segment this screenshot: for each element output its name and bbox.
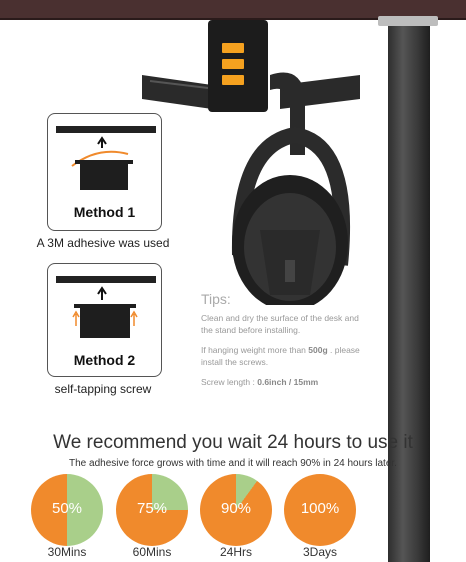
subline: The adhesive force grows with time and i… (69, 458, 397, 469)
headphone-stand-image (142, 20, 360, 305)
method-2-card: Method 2 (47, 263, 162, 377)
progress-pie-caption: 24Hrs (219, 545, 252, 559)
tips-line-2: the stand before installing. (201, 325, 301, 335)
tips-title: Tips: (201, 291, 231, 307)
usb-port-1 (222, 43, 244, 53)
progress-pie-caption: 3Days (302, 545, 337, 559)
tips-line-1: Clean and dry the surface of the desk an… (201, 313, 359, 323)
headline: We recommend you wait 24 hours to use it (53, 432, 413, 453)
method-2-caption: self-tapping screw (54, 382, 152, 396)
screw-length: Screw length : 0.6inch / 15mm (201, 377, 319, 387)
usb-port-2 (222, 59, 244, 69)
tips-text: Clean and dry the surface of the desk an… (201, 312, 381, 388)
tips-line-4: install the screws. (201, 357, 269, 367)
progress-pie-label: 50% (51, 500, 83, 517)
usb-port-3 (222, 75, 244, 85)
progress-pie-label: 75% (136, 500, 168, 517)
progress-pie-caption: 60Mins (132, 545, 172, 559)
screw-install-icon (56, 276, 156, 338)
progress-pie-label: 100% (300, 500, 340, 517)
leg-bracket (378, 16, 438, 26)
method-1-card: Method 1 (47, 113, 162, 231)
progress-pie-caption: 30Mins (47, 545, 87, 559)
desk-leg (388, 20, 430, 562)
adhesive-install-icon (56, 126, 156, 190)
tips-line-3: If hanging weight more than 500g . pleas… (201, 345, 360, 355)
progress-pie-label: 90% (220, 500, 252, 517)
method-1-caption: A 3M adhesive was used (36, 236, 170, 250)
method-1-title: Method 1 (73, 204, 136, 220)
method-2-title: Method 2 (73, 352, 136, 368)
